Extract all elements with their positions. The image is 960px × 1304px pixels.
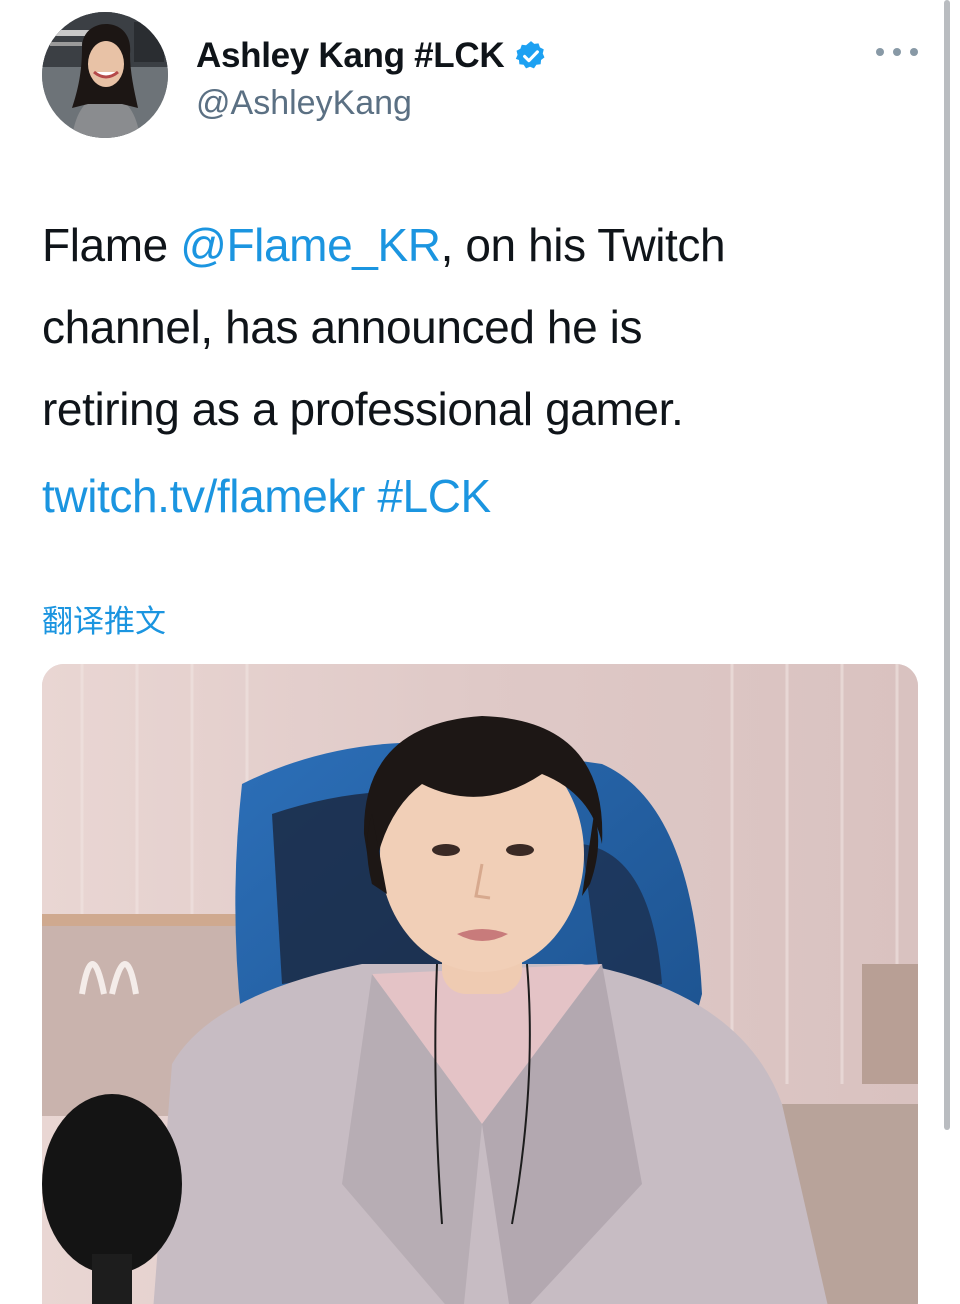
scrollbar[interactable] [944,0,950,1130]
tweet-text-line-3: retiring as a professional gamer. [42,383,684,435]
verified-badge-icon [514,39,548,73]
dot-icon [910,48,918,56]
mention-link[interactable]: @Flame_KR [180,219,441,271]
tweet-text-line-2: channel, has announced he is [42,301,643,353]
tweet-media-image[interactable] [42,664,918,1304]
tweet-text-line-1: Flame @Flame_KR, on his Twitch [42,204,922,286]
dot-icon [893,48,901,56]
author-avatar[interactable] [42,12,168,138]
dot-icon [876,48,884,56]
url-link[interactable]: twitch.tv/flamekr [42,470,365,522]
tweet-text-suffix: , on his Twitch [440,219,726,271]
translate-tweet-link[interactable]: 翻译推文 [42,596,166,641]
author-name-row[interactable]: Ashley Kang #LCK [196,36,548,76]
author-handle[interactable]: @AshleyKang [196,84,412,123]
tweet-card[interactable]: Ashley Kang #LCK @AshleyKang Flame @Flam… [0,0,960,1304]
tweet-text-prefix: Flame [42,219,181,271]
hashtag-link[interactable]: #LCK [377,470,491,522]
author-display-name[interactable]: Ashley Kang #LCK [196,36,505,76]
more-options-icon[interactable] [876,42,918,62]
tweet-links: twitch.tv/flamekr #LCK [42,464,491,528]
tweet-body: Flame @Flame_KR, on his Twitch channel, … [42,204,922,450]
